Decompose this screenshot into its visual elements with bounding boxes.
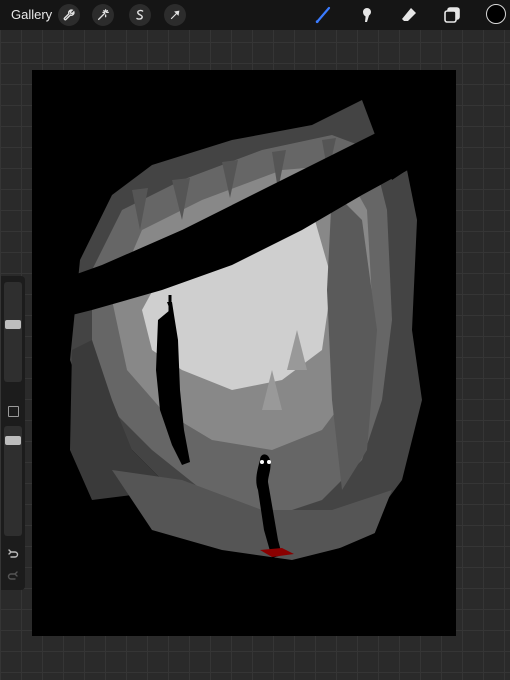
gallery-button[interactable]: Gallery	[11, 7, 52, 22]
magic-wand-icon[interactable]	[92, 4, 114, 26]
left-sidebar	[1, 276, 25, 590]
brush-size-slider[interactable]	[4, 282, 22, 382]
color-picker-button[interactable]	[486, 4, 506, 24]
opacity-thumb[interactable]	[5, 436, 21, 445]
eraser-icon[interactable]	[398, 4, 420, 26]
wrench-icon[interactable]	[58, 4, 80, 26]
smudge-icon[interactable]	[356, 4, 378, 26]
modify-button[interactable]	[8, 406, 19, 417]
cave-artwork	[32, 70, 456, 636]
transform-arrow-icon[interactable]	[164, 4, 186, 26]
opacity-slider[interactable]	[4, 426, 22, 536]
brush-size-thumb[interactable]	[5, 320, 21, 329]
layers-icon[interactable]	[441, 4, 463, 26]
top-toolbar: Gallery	[0, 0, 510, 30]
undo-icon[interactable]	[6, 548, 20, 562]
redo-icon[interactable]	[6, 570, 20, 584]
selection-icon[interactable]	[129, 4, 151, 26]
brush-icon[interactable]	[312, 4, 334, 26]
drawing-canvas[interactable]	[32, 70, 456, 636]
